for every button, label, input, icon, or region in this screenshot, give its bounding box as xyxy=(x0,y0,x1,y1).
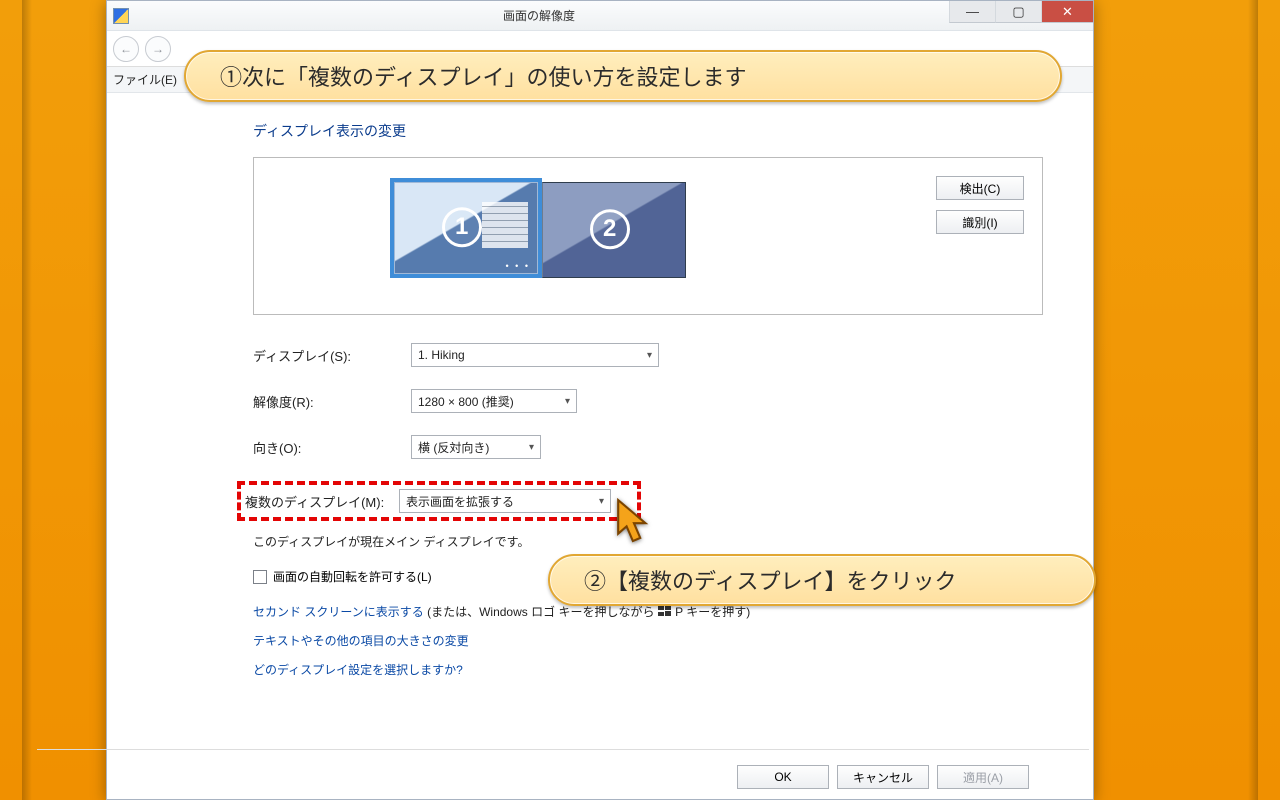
apply-button[interactable]: 適用(A) xyxy=(937,765,1029,789)
window-title: 画面の解像度 xyxy=(129,7,949,24)
label-orientation: 向き(O): xyxy=(253,438,411,457)
dropdown-orientation[interactable]: 横 (反対向き)▾ xyxy=(411,435,541,459)
auto-rotate-label: 画面の自動回転を許可する(L) xyxy=(273,568,432,585)
dropdown-multi-display[interactable]: 表示画面を拡張する▾ xyxy=(399,489,611,513)
minimize-button[interactable]: — xyxy=(949,1,995,23)
dropdown-display[interactable]: 1. Hiking▾ xyxy=(411,343,659,367)
label-multi: 複数のディスプレイ(M): xyxy=(245,492,399,511)
back-button[interactable]: ← xyxy=(113,36,139,62)
link-second-screen-hint: (または、Windows ロゴ キーを押しながら P キーを押す) xyxy=(427,605,750,619)
monitor-2-badge: 2 xyxy=(590,209,630,249)
link-second-screen[interactable]: セカンド スクリーンに表示する xyxy=(253,605,424,619)
ok-button[interactable]: OK xyxy=(737,765,829,789)
label-resolution: 解像度(R): xyxy=(253,392,411,411)
main-display-note: このディスプレイが現在メイン ディスプレイです。 xyxy=(253,533,1043,550)
auto-rotate-checkbox[interactable] xyxy=(253,570,267,584)
menu-file[interactable]: ファイル(E) xyxy=(113,71,177,88)
row-orientation: 向き(O): 横 (反対向き)▾ xyxy=(253,435,1043,459)
cancel-button[interactable]: キャンセル xyxy=(837,765,929,789)
monitor-1-badge: 1 xyxy=(442,207,482,247)
page-heading: ディスプレイ表示の変更 xyxy=(253,121,1043,141)
callout-step-1: ①次に「複数のディスプレイ」の使い方を設定します xyxy=(184,50,1062,102)
identify-button[interactable]: 識別(I) xyxy=(936,210,1024,234)
detect-button[interactable]: 検出(C) xyxy=(936,176,1024,200)
row-display: ディスプレイ(S): 1. Hiking▾ xyxy=(253,343,1043,367)
titlebar: 画面の解像度 — ▢ ✕ xyxy=(107,1,1093,31)
label-display: ディスプレイ(S): xyxy=(253,346,411,365)
dialog-footer: OK キャンセル 適用(A) xyxy=(737,765,1029,789)
link-textsize[interactable]: テキストやその他の項目の大きさの変更 xyxy=(253,632,1043,649)
close-button[interactable]: ✕ xyxy=(1041,1,1093,23)
window-controls: — ▢ ✕ xyxy=(949,1,1093,30)
maximize-button[interactable]: ▢ xyxy=(995,1,1041,23)
forward-button[interactable]: → xyxy=(145,36,171,62)
monitor-preview: 1 • • • 2 検出(C) 識別(I) xyxy=(253,157,1043,315)
row-resolution: 解像度(R): 1280 × 800 (推奨)▾ xyxy=(253,389,1043,413)
monitor-1[interactable]: 1 • • • xyxy=(390,178,542,278)
highlight-multi-display: 複数のディスプレイ(M): 表示画面を拡張する▾ xyxy=(237,481,641,521)
callout-step-2: ②【複数のディスプレイ】をクリック xyxy=(548,554,1096,606)
settings-window: 画面の解像度 — ▢ ✕ ← → ファイル(E) ディスプレイ表示の変更 1 •… xyxy=(106,0,1094,800)
dropdown-resolution[interactable]: 1280 × 800 (推奨)▾ xyxy=(411,389,577,413)
link-which-display[interactable]: どのディスプレイ設定を選択しますか? xyxy=(253,661,1043,678)
app-icon xyxy=(113,8,129,24)
monitor-2[interactable]: 2 xyxy=(542,182,686,278)
